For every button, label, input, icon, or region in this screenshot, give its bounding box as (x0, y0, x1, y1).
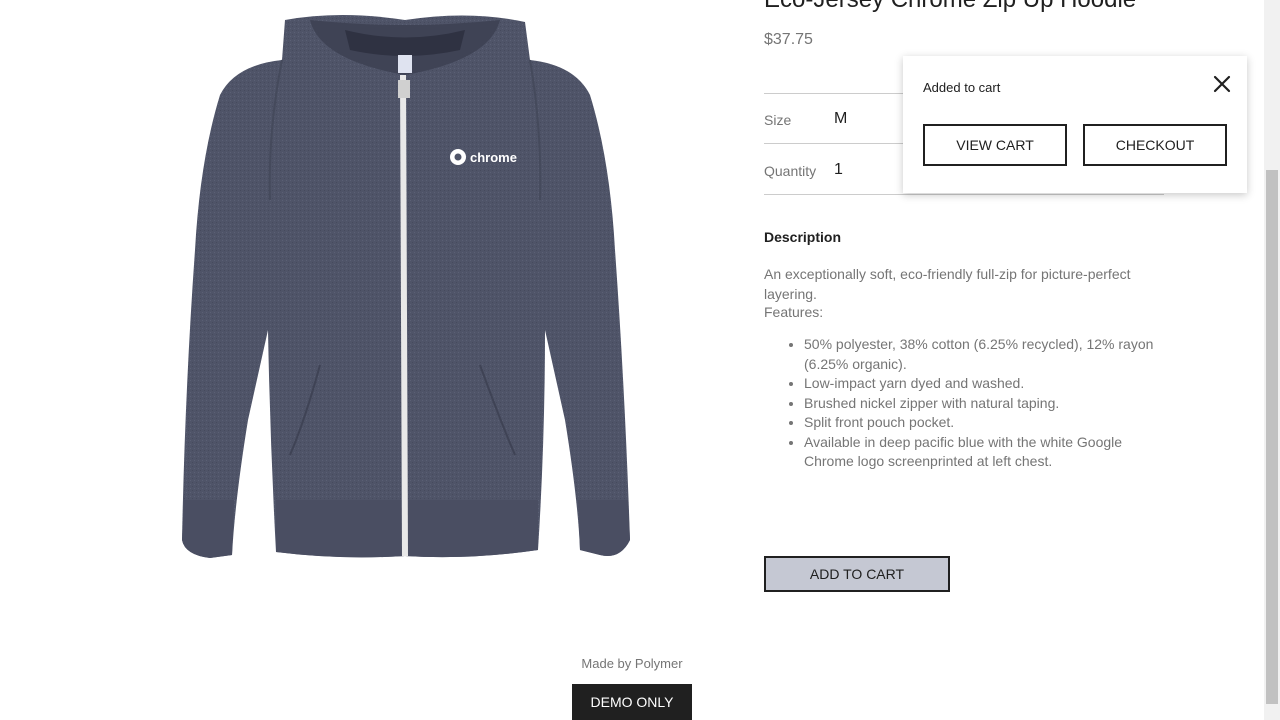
size-select[interactable]: M (834, 110, 847, 128)
features-list: 50% polyester, 38% cotton (6.25% recycle… (764, 335, 1164, 472)
demo-only-badge: DEMO ONLY (572, 684, 692, 720)
product-image: chrome (170, 0, 640, 565)
product-page: chrome Eco-Jersey Chrome Zip Up Hoodie $… (0, 0, 1280, 720)
chrome-logo-text: chrome (470, 150, 517, 165)
list-item: Low-impact yarn dyed and washed. (804, 374, 1164, 394)
view-cart-button[interactable]: VIEW CART (923, 124, 1067, 166)
quantity-select[interactable]: 1 (834, 161, 843, 179)
size-label: Size (764, 112, 792, 128)
scrollbar-thumb[interactable] (1266, 170, 1278, 704)
divider (764, 194, 1164, 195)
description-heading: Description (764, 229, 842, 245)
product-title: Eco-Jersey Chrome Zip Up Hoodie (764, 0, 1136, 14)
list-item: 50% polyester, 38% cotton (6.25% recycle… (804, 335, 1164, 374)
add-to-cart-button[interactable]: ADD TO CART (764, 556, 950, 592)
scrollbar[interactable] (1264, 0, 1280, 720)
close-icon[interactable] (1210, 72, 1234, 96)
list-item: Available in deep pacific blue with the … (804, 433, 1164, 472)
quantity-label: Quantity (764, 163, 817, 179)
list-item: Split front pouch pocket. (804, 413, 1164, 433)
product-price: $37.75 (764, 31, 813, 48)
dialog-label: Added to cart (923, 80, 1001, 95)
description-text: An exceptionally soft, eco-friendly full… (764, 266, 1131, 302)
features-label: Features: (764, 304, 824, 320)
checkout-button[interactable]: CHECKOUT (1083, 124, 1227, 166)
added-to-cart-dialog: Added to cart VIEW CART CHECKOUT (903, 56, 1247, 193)
made-by-text: Made by Polymer (581, 656, 683, 671)
list-item: Brushed nickel zipper with natural tapin… (804, 394, 1164, 414)
